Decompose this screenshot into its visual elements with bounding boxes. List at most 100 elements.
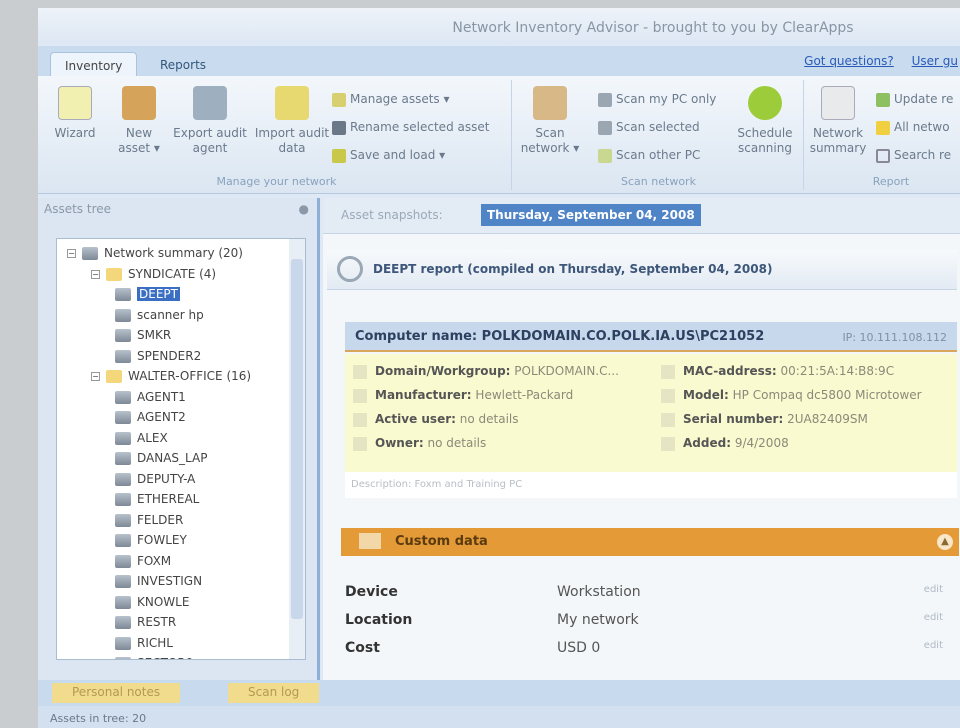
info-field: Domain/Workgroup: POLKDOMAIN.C...: [353, 364, 619, 379]
tab-scan-log[interactable]: Scan log: [228, 683, 320, 703]
got-questions-link[interactable]: Got questions?: [804, 54, 894, 68]
refresh-icon: [876, 92, 890, 107]
tree-item[interactable]: FOWLEY: [115, 530, 187, 550]
user-guide-link[interactable]: User gu: [912, 54, 958, 68]
search-icon: [876, 148, 890, 163]
group-report: Network summary Update re All netwo Sear…: [806, 80, 960, 190]
app-window: Network Inventory Advisor - brought to y…: [38, 8, 960, 728]
clock-icon: [748, 86, 782, 120]
tree-item[interactable]: DEPUTY-A: [115, 469, 195, 489]
all-network-button[interactable]: All netwo: [876, 120, 950, 135]
manage-assets-icon: [332, 92, 346, 107]
info-field: Active user: no details: [353, 412, 519, 427]
tree-item[interactable]: AGENT2: [115, 407, 186, 427]
rename-asset-button[interactable]: Rename selected asset: [332, 120, 489, 135]
scan-other-pc-button[interactable]: Scan other PC: [598, 148, 700, 163]
tab-reports[interactable]: Reports: [146, 52, 220, 78]
pin-icon[interactable]: ●: [299, 202, 309, 216]
computer-icon: [115, 288, 131, 301]
assets-tree-panel: Assets tree ● − Network summary (20) − SYND…: [38, 198, 320, 680]
tab-personal-notes[interactable]: Personal notes: [52, 683, 181, 703]
ribbon-tabs: Inventory Reports Got questions? User gu: [38, 46, 960, 78]
tree-item[interactable]: RESTR: [115, 612, 176, 632]
tree-item[interactable]: FELDER: [115, 510, 183, 530]
collapse-toggle[interactable]: −: [67, 249, 76, 258]
tree-item[interactable]: − WALTER-OFFICE (16): [91, 366, 251, 386]
scan-network-button[interactable]: Scan network ▾: [518, 86, 582, 156]
tree-item[interactable]: FOXM: [115, 551, 171, 571]
tree-item-label: AGENT2: [137, 410, 186, 424]
tree-item[interactable]: scanner hp: [115, 305, 204, 325]
tree-item-label: KNOWLE: [137, 594, 190, 609]
folder-icon: [106, 267, 122, 281]
tree-item[interactable]: SMKR: [115, 325, 171, 345]
tree-item-label: SYNDICATE (4): [128, 266, 217, 281]
computer-icon: [115, 575, 131, 588]
tree-item[interactable]: ETHEREAL: [115, 489, 199, 509]
tree-item[interactable]: SECTOR9: [115, 653, 193, 659]
tree-item-label: DEPUTY-A: [137, 471, 196, 486]
tree-item[interactable]: DEEPT: [115, 284, 180, 304]
computer-icon: [115, 493, 131, 506]
new-asset-icon: [122, 86, 156, 120]
network-summary-button[interactable]: Network summary: [808, 86, 868, 156]
field-icon: [353, 364, 367, 379]
tree-item[interactable]: AGENT1: [115, 387, 186, 407]
description-field[interactable]: Description: Foxm and Training PC: [345, 472, 957, 498]
tree-item[interactable]: RICHL: [115, 633, 173, 653]
search-report-button[interactable]: Search re: [876, 148, 951, 163]
tree-item[interactable]: DANAS_LAP: [115, 448, 207, 468]
computer-icon: [115, 390, 131, 404]
tree-item-label: FOWLEY: [137, 533, 187, 547]
computer-name-bar: Computer name: POLKDOMAIN.CO.POLK.IA.US\…: [345, 322, 957, 352]
scrollbar-thumb[interactable]: [291, 259, 303, 619]
group-scan-network: Scan network ▾ Scan my PC only Scan sele…: [514, 80, 804, 190]
wizard-button[interactable]: Wizard: [50, 86, 100, 141]
report-title: DEEPT report (compiled on Thursday, Sept…: [373, 262, 773, 276]
tree-item-label: FOXM: [137, 553, 172, 568]
update-report-button[interactable]: Update re: [876, 92, 953, 107]
tree-item-label: SMKR: [137, 328, 172, 342]
collapse-icon[interactable]: ▲: [937, 534, 953, 550]
field-icon: [353, 388, 367, 403]
tree-item[interactable]: − Network summary (20): [67, 243, 243, 263]
tree-item[interactable]: − SYNDICATE (4): [91, 264, 216, 284]
scan-selected-button[interactable]: Scan selected: [598, 120, 700, 135]
export-icon: [193, 86, 227, 120]
schedule-scanning-button[interactable]: Schedule scanning: [732, 86, 798, 156]
computer-icon: [115, 431, 131, 445]
tree-item[interactable]: KNOWLE: [115, 592, 189, 612]
ribbon: Wizard New asset ▾ Export audit agent Im…: [38, 76, 960, 194]
collapse-toggle[interactable]: −: [91, 269, 100, 279]
tab-inventory[interactable]: Inventory: [50, 52, 138, 78]
tree-item-label: scanner hp: [137, 307, 204, 322]
import-audit-data-button[interactable]: Import audit data: [254, 86, 330, 156]
tree-item-label: FELDER: [137, 512, 184, 527]
snapshot-select[interactable]: Thursday, September 04, 2008: [481, 204, 701, 226]
manage-assets-button[interactable]: Manage assets ▾: [332, 92, 450, 107]
export-audit-agent-button[interactable]: Export audit agent: [170, 86, 250, 156]
edit-link[interactable]: edit: [924, 640, 943, 651]
tree-item-label: AGENT1: [137, 389, 186, 404]
edit-link[interactable]: edit: [924, 612, 943, 623]
title-bar: Network Inventory Advisor - brought to y…: [38, 8, 960, 44]
info-field: MAC-address: 00:21:5A:14:B8:9C: [661, 364, 894, 379]
ip-address: IP: 10.111.108.112: [842, 331, 947, 344]
tree-item-label: WALTER-OFFICE (16): [128, 369, 252, 383]
tree-item[interactable]: INVESTIGN: [115, 571, 202, 591]
custom-data-row: Cost USD 0 edit: [345, 640, 943, 656]
collapse-toggle[interactable]: −: [91, 372, 100, 381]
tree-item[interactable]: ALEX: [115, 428, 168, 448]
save-load-button[interactable]: Save and load ▾: [332, 148, 445, 163]
new-asset-button[interactable]: New asset ▾: [114, 86, 164, 156]
tree-scrollbar[interactable]: [289, 239, 305, 659]
computer-icon: [332, 120, 346, 135]
edit-link[interactable]: edit: [924, 584, 943, 595]
import-icon: [275, 86, 309, 120]
scanner-icon: [115, 308, 131, 322]
computer-icon: [115, 513, 131, 527]
scan-my-pc-button[interactable]: Scan my PC only: [598, 92, 716, 107]
tree-item[interactable]: SPENDER2: [115, 346, 201, 366]
tree-item-label: SECTOR9: [137, 656, 193, 659]
custom-data-header[interactable]: Custom data ▲: [341, 528, 959, 556]
